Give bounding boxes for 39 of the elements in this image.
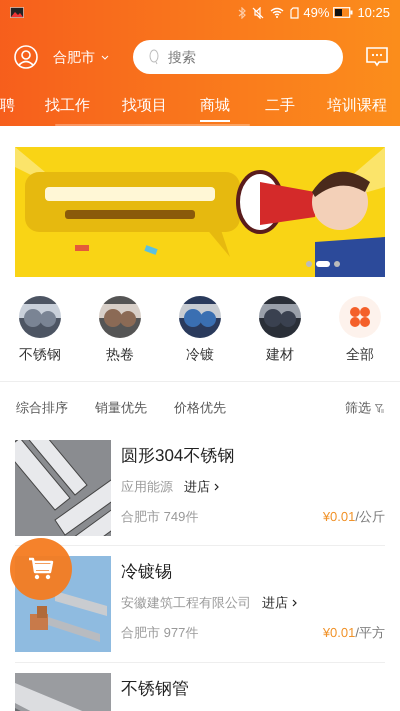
product-location: 合肥市 977件 xyxy=(121,624,198,642)
product-price: ¥0.01/公斤 xyxy=(322,508,385,526)
product-location: 合肥市 749件 xyxy=(121,508,198,526)
shop-name: 应用能源 xyxy=(121,478,173,496)
message-icon[interactable] xyxy=(366,47,388,67)
sort-option[interactable]: 销量优先 xyxy=(95,398,147,418)
product-title[interactable]: 冷镀锡 xyxy=(121,561,385,583)
category-label[interactable]: 热卷 xyxy=(106,344,134,365)
category-label[interactable]: 全部 xyxy=(346,344,374,365)
profile-icon[interactable] xyxy=(14,45,38,69)
bluetooth-icon xyxy=(238,6,246,18)
sort-option[interactable]: 价格优先 xyxy=(174,398,226,418)
product-price: ¥0.01/平方 xyxy=(322,624,385,642)
product-title[interactable]: 圆形304不锈钢 xyxy=(121,445,385,467)
chevron-down-icon xyxy=(101,54,109,60)
cart-button[interactable] xyxy=(10,538,72,600)
sort-option[interactable]: 综合排序 xyxy=(16,398,68,418)
category-label[interactable]: 冷镀 xyxy=(186,344,214,365)
product-title[interactable]: 不锈钢管 xyxy=(121,678,385,700)
filter-button[interactable]: 筛选 xyxy=(345,398,384,418)
category-label[interactable]: 不锈钢 xyxy=(19,344,61,365)
filter-icon xyxy=(375,404,384,412)
search-field[interactable]: 搜索 xyxy=(133,40,343,74)
all-categories-icon xyxy=(339,296,381,338)
cart-icon xyxy=(28,557,54,581)
mute-icon xyxy=(252,6,264,18)
search-icon xyxy=(149,49,159,65)
category-label[interactable]: 建材 xyxy=(266,344,294,365)
shop-link[interactable]: 进店 xyxy=(184,477,219,496)
image-icon xyxy=(10,7,24,18)
clock-time: 10:25 xyxy=(357,4,390,22)
wifi-icon xyxy=(270,7,284,18)
battery-icon xyxy=(333,7,354,18)
battery-percent: 49% xyxy=(303,4,330,22)
chevron-right-icon xyxy=(214,482,219,491)
shop-link[interactable]: 进店 xyxy=(262,593,297,612)
chevron-right-icon xyxy=(292,598,297,607)
sim-card-icon xyxy=(290,6,300,18)
shop-name: 安徽建筑工程有限公司 xyxy=(121,594,251,612)
